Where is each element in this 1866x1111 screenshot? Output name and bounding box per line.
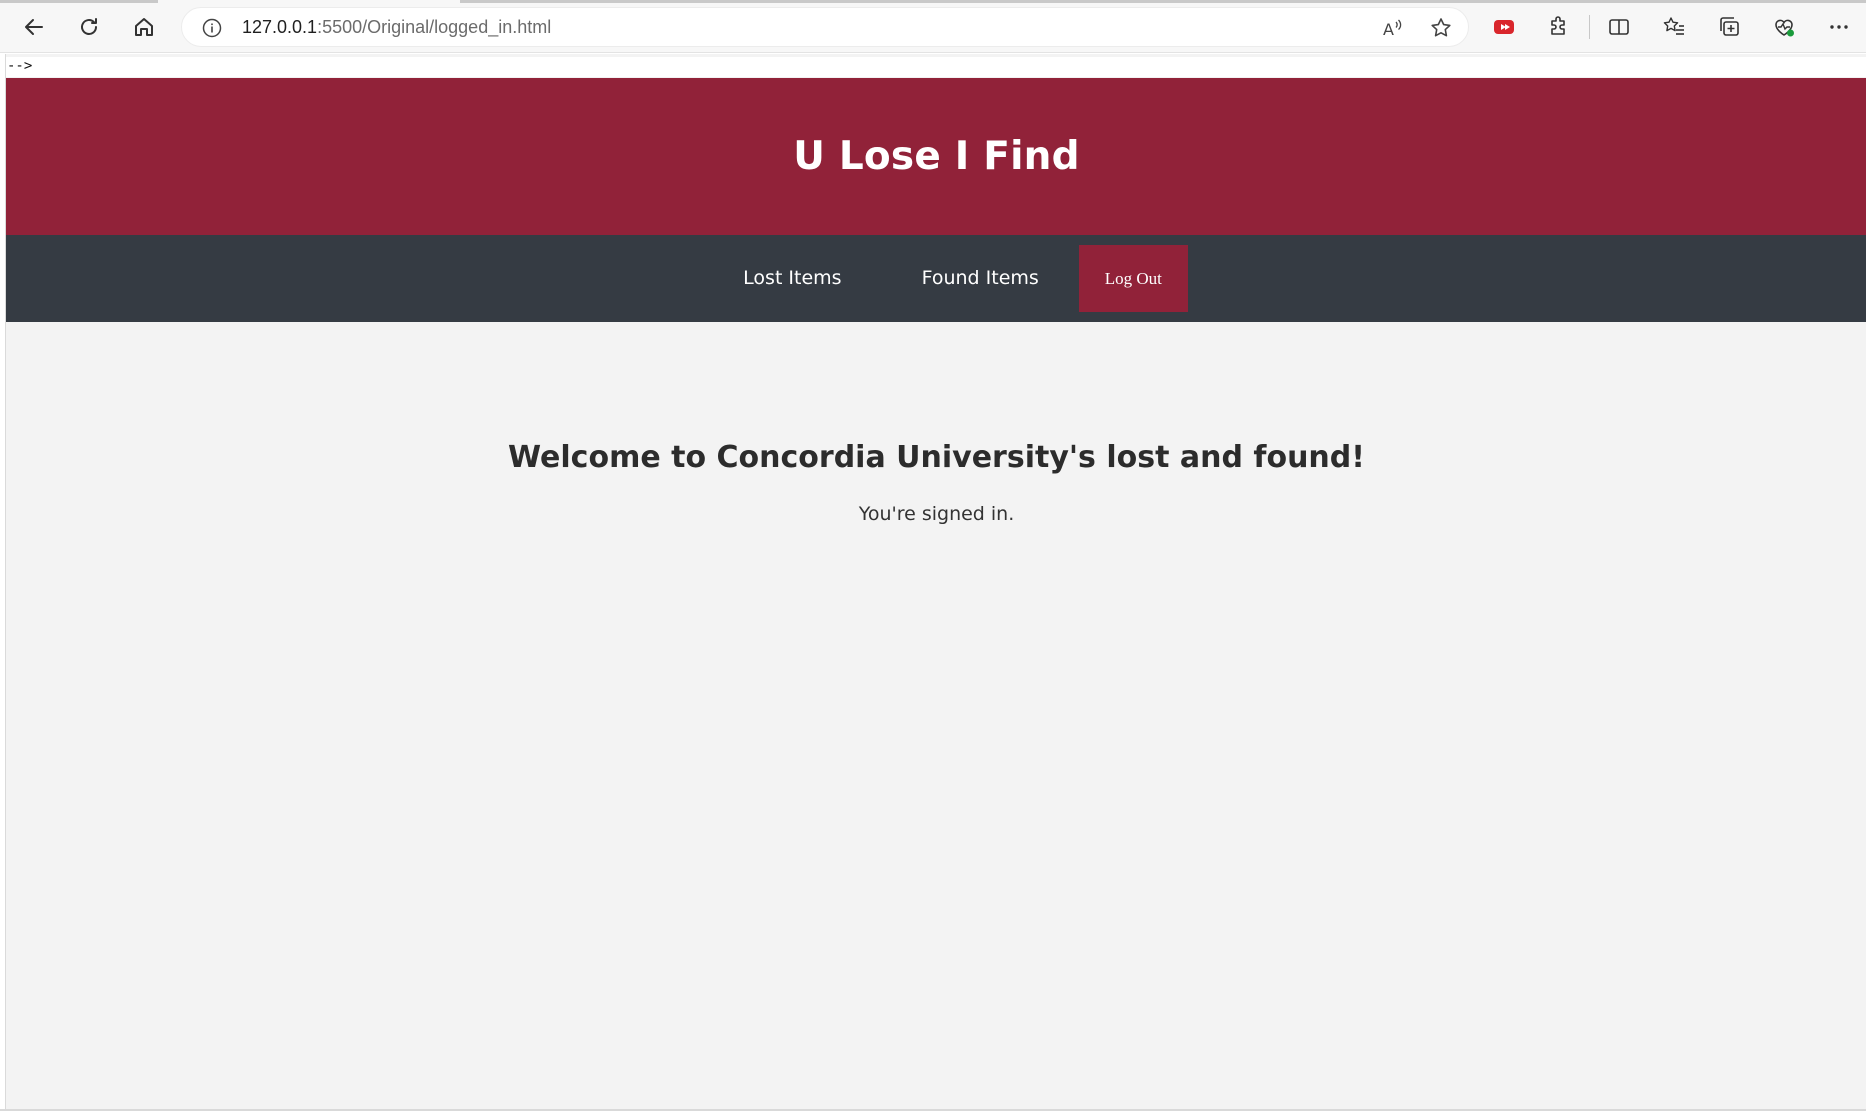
- favorites-button[interactable]: [1655, 8, 1693, 46]
- split-screen-icon: [1607, 15, 1631, 39]
- read-aloud-icon[interactable]: A: [1380, 15, 1406, 41]
- nav-found-items-link[interactable]: Found Items: [882, 245, 1079, 312]
- reload-button[interactable]: [70, 8, 108, 46]
- address-bar[interactable]: 127.0.0.1:5500/Original/logged_in.html A: [181, 7, 1469, 47]
- tab-strip-edge: [460, 0, 1866, 3]
- nav-links: Lost Items Found Items Log Out: [703, 245, 1188, 312]
- puzzle-icon: [1547, 15, 1571, 39]
- video-extension-icon: [1492, 15, 1516, 39]
- home-button[interactable]: [125, 8, 163, 46]
- welcome-heading: Welcome to Concordia University's lost a…: [508, 440, 1365, 475]
- url-text[interactable]: 127.0.0.1:5500/Original/logged_in.html: [242, 17, 551, 38]
- main-nav: Lost Items Found Items Log Out: [6, 235, 1866, 322]
- video-extension-button[interactable]: [1485, 8, 1523, 46]
- home-icon: [132, 15, 156, 39]
- back-arrow-icon: [22, 15, 46, 39]
- favorites-list-icon: [1662, 15, 1686, 39]
- collections-button[interactable]: [1710, 8, 1748, 46]
- browser-essentials-button[interactable]: [1765, 8, 1803, 46]
- star-icon[interactable]: [1428, 15, 1454, 41]
- split-screen-button[interactable]: [1600, 8, 1638, 46]
- tab-strip-edge: [0, 0, 158, 3]
- site-header: U Lose I Find: [6, 78, 1866, 235]
- collections-icon: [1717, 15, 1741, 39]
- toolbar-separator: [1589, 15, 1590, 39]
- stray-comment-text: -->: [6, 57, 1866, 77]
- info-icon[interactable]: [202, 18, 222, 38]
- log-out-button[interactable]: Log Out: [1078, 245, 1188, 312]
- back-button[interactable]: [15, 8, 53, 46]
- site-title: U Lose I Find: [793, 134, 1080, 179]
- svg-text:A: A: [1383, 20, 1394, 39]
- url-path: :5500/Original/logged_in.html: [317, 17, 552, 37]
- signed-in-status: You're signed in.: [858, 503, 1015, 525]
- nav-lost-items-link[interactable]: Lost Items: [703, 245, 881, 312]
- extensions-button[interactable]: [1540, 8, 1578, 46]
- reload-icon: [77, 15, 101, 39]
- browser-essentials-icon: [1772, 15, 1796, 39]
- url-host: 127.0.0.1: [242, 17, 318, 37]
- more-icon: [1827, 15, 1851, 39]
- welcome-section: Welcome to Concordia University's lost a…: [6, 322, 1866, 525]
- page-viewport: --> U Lose I Find Lost Items Found Items…: [5, 54, 1866, 1111]
- browser-toolbar: 127.0.0.1:5500/Original/logged_in.html A: [0, 0, 1866, 53]
- more-menu-button[interactable]: [1820, 8, 1858, 46]
